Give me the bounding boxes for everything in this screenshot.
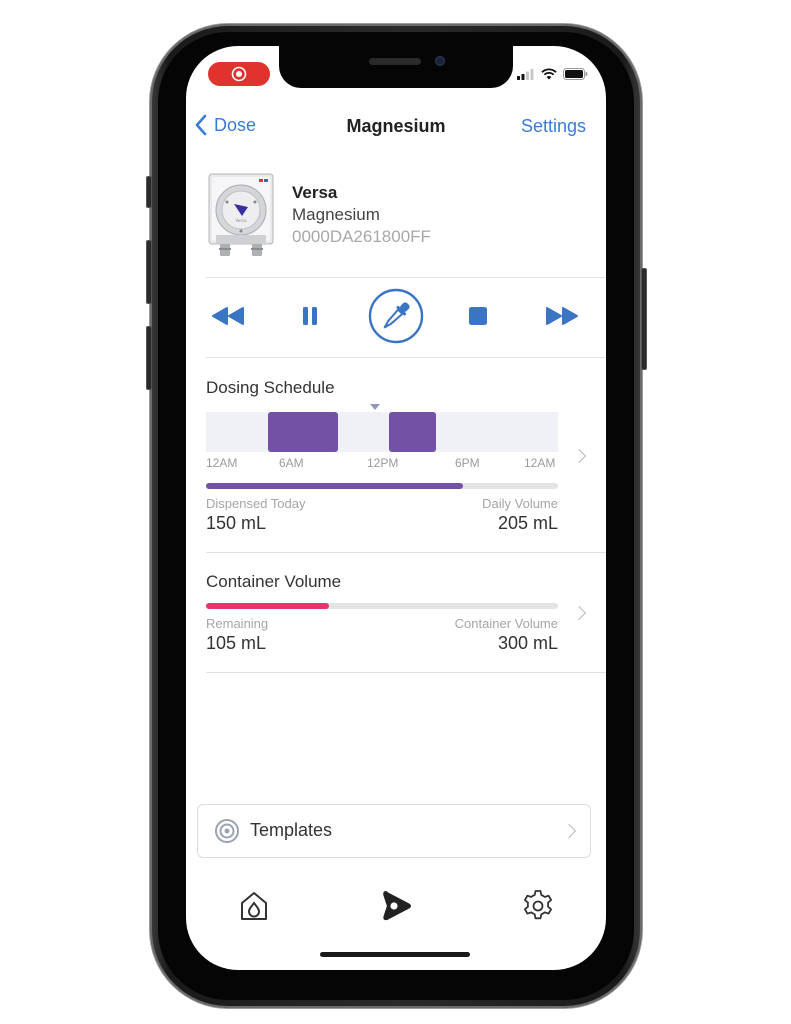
container-volume-title: Container Volume [206, 572, 342, 591]
chevron-right-icon [571, 448, 587, 464]
divider [206, 277, 606, 278]
dispensed-today-label: Dispensed Today [206, 496, 306, 511]
battery-icon [563, 68, 588, 80]
pause-icon [303, 307, 317, 325]
settings-button[interactable]: Settings [521, 116, 586, 137]
front-camera [435, 56, 445, 66]
dispensed-progress-bar [206, 483, 558, 489]
divider [206, 357, 606, 358]
speaker-grille [369, 58, 421, 65]
pause-button[interactable] [288, 286, 332, 346]
remaining-label: Remaining [206, 616, 269, 631]
templates-button[interactable]: Templates [197, 804, 591, 858]
status-icons [517, 68, 588, 80]
home-indicator[interactable] [320, 952, 470, 957]
chevron-right-icon [571, 605, 587, 621]
timeline-tick-label: 12AM [524, 456, 556, 470]
container-progress-fill [206, 603, 330, 609]
current-time-marker [369, 404, 380, 410]
power-button [641, 268, 647, 370]
manual-dose-button[interactable] [365, 286, 427, 346]
volume-down-button [146, 326, 152, 390]
settings-gear-icon [524, 890, 552, 920]
pump-device-image: Versa [208, 173, 274, 256]
mute-switch [146, 176, 152, 208]
device-serial: 0000DA261800FF [292, 227, 431, 246]
device-name: Versa [292, 183, 338, 202]
app-screen: Dose Magnesium Settings Versa Versa Magn… [186, 46, 606, 970]
dosing-pump-icon [383, 891, 411, 921]
stop-icon [469, 307, 487, 325]
schedule-timeline [206, 412, 558, 452]
dose-window-block [267, 412, 338, 452]
stop-button[interactable] [456, 286, 500, 346]
remaining-value: 105 mL [206, 633, 267, 653]
daily-volume-label: Daily Volume [482, 496, 558, 511]
dose-window-block [389, 412, 437, 452]
container-progress-bar [206, 603, 558, 609]
screen-recording-indicator[interactable] [208, 62, 270, 86]
timeline-tick-label: 6PM [455, 456, 480, 470]
home-drop-icon [241, 892, 267, 920]
svg-text:Versa: Versa [235, 218, 247, 223]
tab-home[interactable] [232, 884, 276, 928]
container-capacity-value: 300 mL [497, 633, 558, 653]
timeline-tick-label: 12AM [206, 456, 238, 470]
timeline-tick-label: 12PM [367, 456, 399, 470]
templates-target-icon [215, 819, 239, 843]
templates-label: Templates [250, 820, 333, 840]
tab-dosing[interactable] [374, 884, 418, 928]
timeline-tick-label: 6AM [279, 456, 304, 470]
container-capacity-label: Container Volume [454, 616, 558, 631]
dropper-icon [368, 288, 424, 344]
fast-forward-button[interactable] [540, 286, 584, 346]
divider [206, 672, 606, 673]
tab-settings[interactable] [516, 884, 560, 928]
volume-up-button [146, 240, 152, 304]
wifi-icon [541, 68, 557, 80]
tab-bar [186, 884, 606, 934]
fast-forward-icon [546, 307, 578, 325]
pump-controls [206, 286, 586, 346]
dispensed-today-value: 150 mL [206, 513, 267, 533]
rewind-icon [212, 307, 244, 325]
device-info: Versa Magnesium 0000DA261800FF [292, 182, 431, 248]
rewind-button[interactable] [206, 286, 250, 346]
dosing-schedule-title: Dosing Schedule [206, 378, 335, 397]
dispensed-progress-fill [206, 483, 463, 489]
record-icon [231, 66, 247, 82]
divider [206, 552, 606, 553]
notch [279, 46, 513, 88]
device-additive: Magnesium [292, 205, 380, 224]
device-header: Versa Versa Magnesium 0000DA261800FF [206, 170, 586, 260]
navigation-bar: Dose Magnesium Settings [186, 110, 606, 146]
chevron-right-icon [561, 823, 577, 839]
daily-volume-value: 205 mL [497, 513, 558, 533]
cellular-signal-icon [517, 68, 534, 80]
